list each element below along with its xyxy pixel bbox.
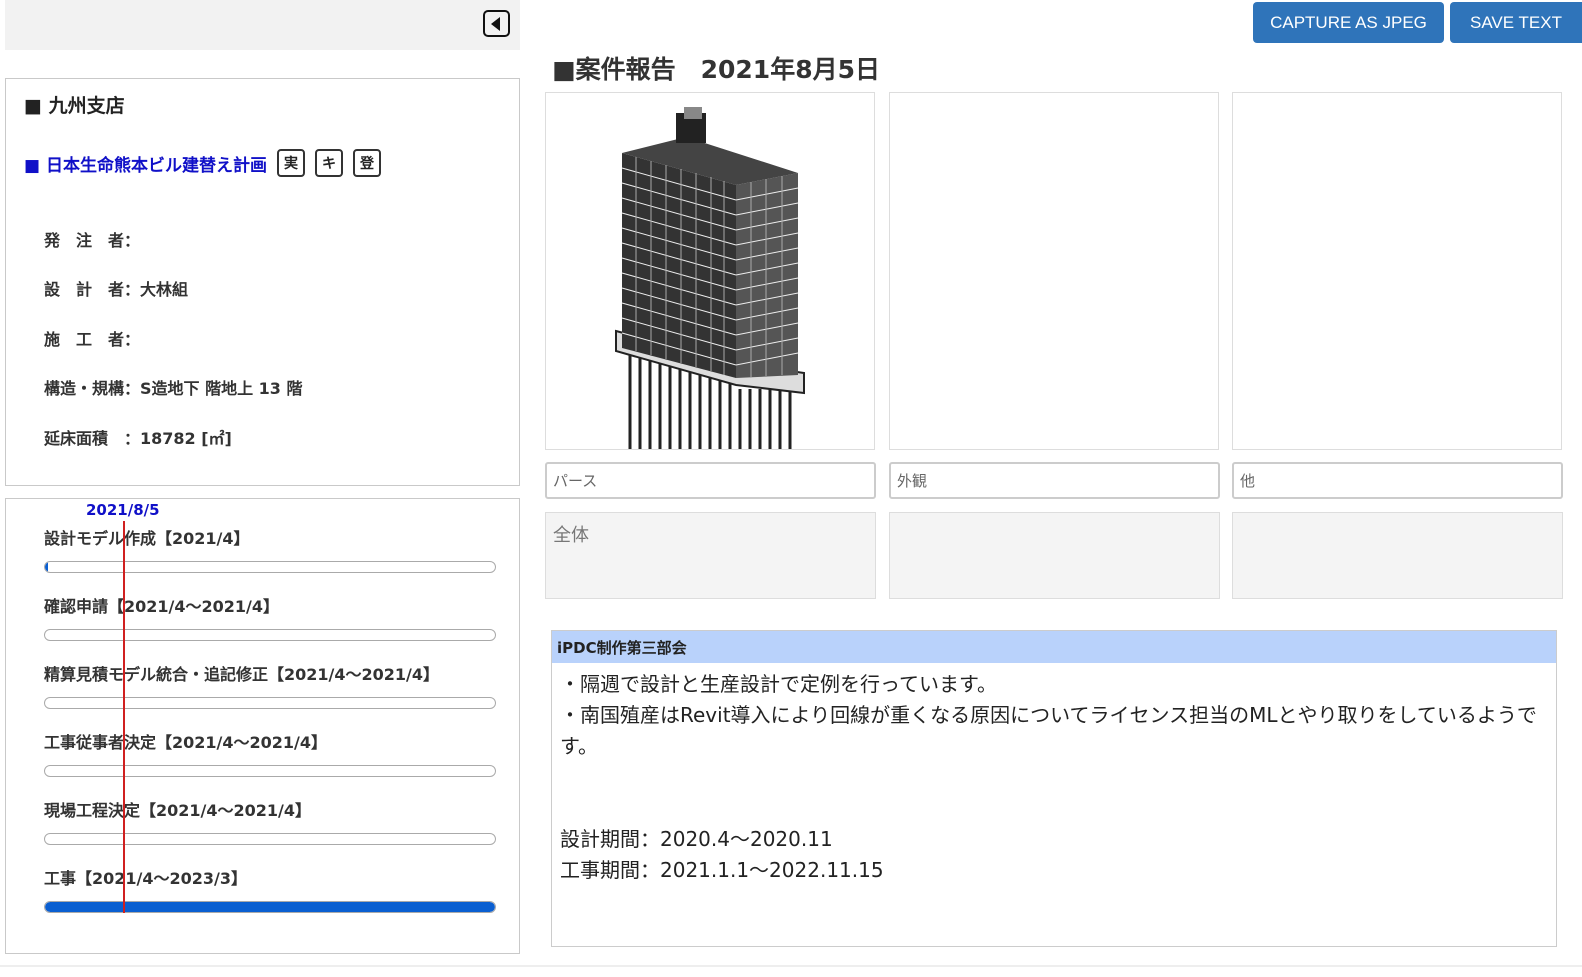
caption-input-exterior[interactable] — [889, 462, 1220, 499]
collapse-left-icon[interactable] — [483, 10, 510, 37]
today-line — [123, 521, 125, 913]
task-progress-bar — [44, 697, 496, 709]
branch-title: ■ 九州支店 — [24, 95, 125, 117]
task-progress-bar — [44, 561, 496, 573]
field-floor-area: 延床面積 ：18782 [㎡] — [44, 429, 232, 448]
sidebar-topbar — [5, 0, 520, 50]
building-model-image — [615, 107, 805, 449]
save-text-button[interactable]: SAVE TEXT — [1450, 2, 1582, 43]
project-link[interactable]: ■ 日本生命熊本ビル建替え計画 — [24, 151, 267, 176]
tag-button-ki[interactable]: キ — [314, 149, 343, 177]
photo-note-perspective[interactable]: 全体 — [545, 512, 876, 599]
photo-slot-perspective[interactable] — [545, 92, 875, 450]
task-label: 工事従事者決定【2021/4～2021/4】 — [44, 733, 328, 752]
tag-button-to[interactable]: 登 — [352, 149, 381, 177]
photo-slot-other[interactable] — [1232, 92, 1562, 450]
photo-note-exterior[interactable] — [889, 512, 1220, 599]
task-progress-bar — [44, 901, 496, 913]
task-progress-bar — [44, 765, 496, 777]
task-label: 現場工程決定【2021/4～2021/4】 — [44, 801, 312, 820]
field-designer: 設 計 者：大林組 — [44, 280, 189, 299]
caption-input-other[interactable] — [1232, 462, 1563, 499]
photo-note-other[interactable] — [1232, 512, 1563, 599]
report-title: ■案件報告 2021年8月5日 — [552, 55, 880, 84]
bottom-divider — [0, 965, 1582, 967]
schedule-panel: 設計モデル作成【2021/4】 確認申請【2021/4～2021/4】 精算見積… — [5, 498, 520, 954]
today-date-label: 2021/8/5 — [86, 501, 160, 519]
task-progress-fill — [45, 562, 48, 572]
photo-slot-exterior[interactable] — [889, 92, 1219, 450]
task-label: 工事【2021/4～2023/3】 — [44, 869, 248, 888]
project-row: ■ 日本生命熊本ビル建替え計画 実 キ 登 — [24, 149, 381, 177]
task-progress-fill — [45, 902, 495, 912]
field-structure: 構造・規構：S造地下 階地上 13 階 — [44, 379, 303, 398]
meeting-header: iPDC制作第三部会 — [552, 631, 1556, 663]
task-progress-bar — [44, 833, 496, 845]
capture-jpeg-button[interactable]: CAPTURE AS JPEG — [1253, 2, 1444, 43]
project-info-panel: ■ 九州支店 ■ 日本生命熊本ビル建替え計画 実 キ 登 発 注 者： 設 計 … — [5, 78, 520, 486]
meeting-notes-text[interactable]: ・隔週で設計と生産設計で定例を行っています。 ・南国殖産はRevit導入により回… — [552, 663, 1556, 892]
meeting-notes-panel: iPDC制作第三部会 ・隔週で設計と生産設計で定例を行っています。 ・南国殖産は… — [551, 630, 1557, 947]
tag-button-jitsu[interactable]: 実 — [276, 149, 305, 177]
task-label: 精算見積モデル統合・追記修正【2021/4～2021/4】 — [44, 665, 440, 684]
task-progress-bar — [44, 629, 496, 641]
field-orderer: 発 注 者： — [44, 231, 141, 250]
caption-input-perspective[interactable] — [545, 462, 876, 499]
field-constructor: 施 工 者： — [44, 330, 141, 349]
task-label: 確認申請【2021/4～2021/4】 — [44, 597, 280, 616]
task-label: 設計モデル作成【2021/4】 — [44, 529, 250, 548]
